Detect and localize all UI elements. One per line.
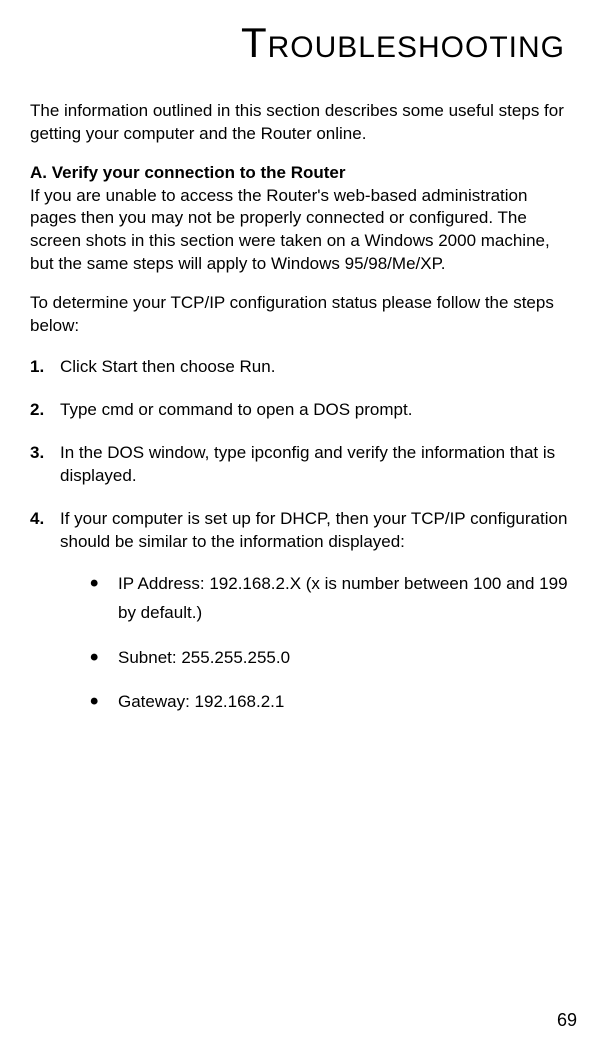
step-text: Click Start then choose Run. — [60, 357, 275, 376]
section-body: If you are unable to access the Router's… — [30, 185, 569, 277]
intro-paragraph: The information outlined in this section… — [30, 100, 569, 146]
bullet-item: Subnet: 255.255.255.0 — [60, 644, 569, 673]
step-item: 4. If your computer is set up for DHCP, … — [30, 508, 569, 717]
step-item: 3. In the DOS window, type ipconfig and … — [30, 442, 569, 488]
step-item: 1. Click Start then choose Run. — [30, 356, 569, 379]
bullet-item: Gateway: 192.168.2.1 — [60, 688, 569, 717]
title-rest: ROUBLESHOOTING — [268, 31, 565, 64]
step-number: 3. — [30, 442, 44, 465]
step-number: 4. — [30, 508, 44, 531]
page-title: TROUBLESHOOTING — [30, 15, 569, 72]
title-dropcap: T — [241, 19, 268, 66]
step-text: Type cmd or command to open a DOS prompt… — [60, 400, 412, 419]
bullet-item: IP Address: 192.168.2.X (x is number bet… — [60, 570, 569, 628]
step-number: 1. — [30, 356, 44, 379]
page-number: 69 — [557, 1008, 577, 1032]
step-number: 2. — [30, 399, 44, 422]
step-text: If your computer is set up for DHCP, the… — [60, 509, 567, 551]
steps-list: 1. Click Start then choose Run. 2. Type … — [30, 356, 569, 717]
step-text: In the DOS window, type ipconfig and ver… — [60, 443, 555, 485]
bullet-list: IP Address: 192.168.2.X (x is number bet… — [60, 570, 569, 718]
section-heading: A. Verify your connection to the Router — [30, 162, 569, 185]
step-item: 2. Type cmd or command to open a DOS pro… — [30, 399, 569, 422]
lead-paragraph: To determine your TCP/IP configuration s… — [30, 292, 569, 338]
